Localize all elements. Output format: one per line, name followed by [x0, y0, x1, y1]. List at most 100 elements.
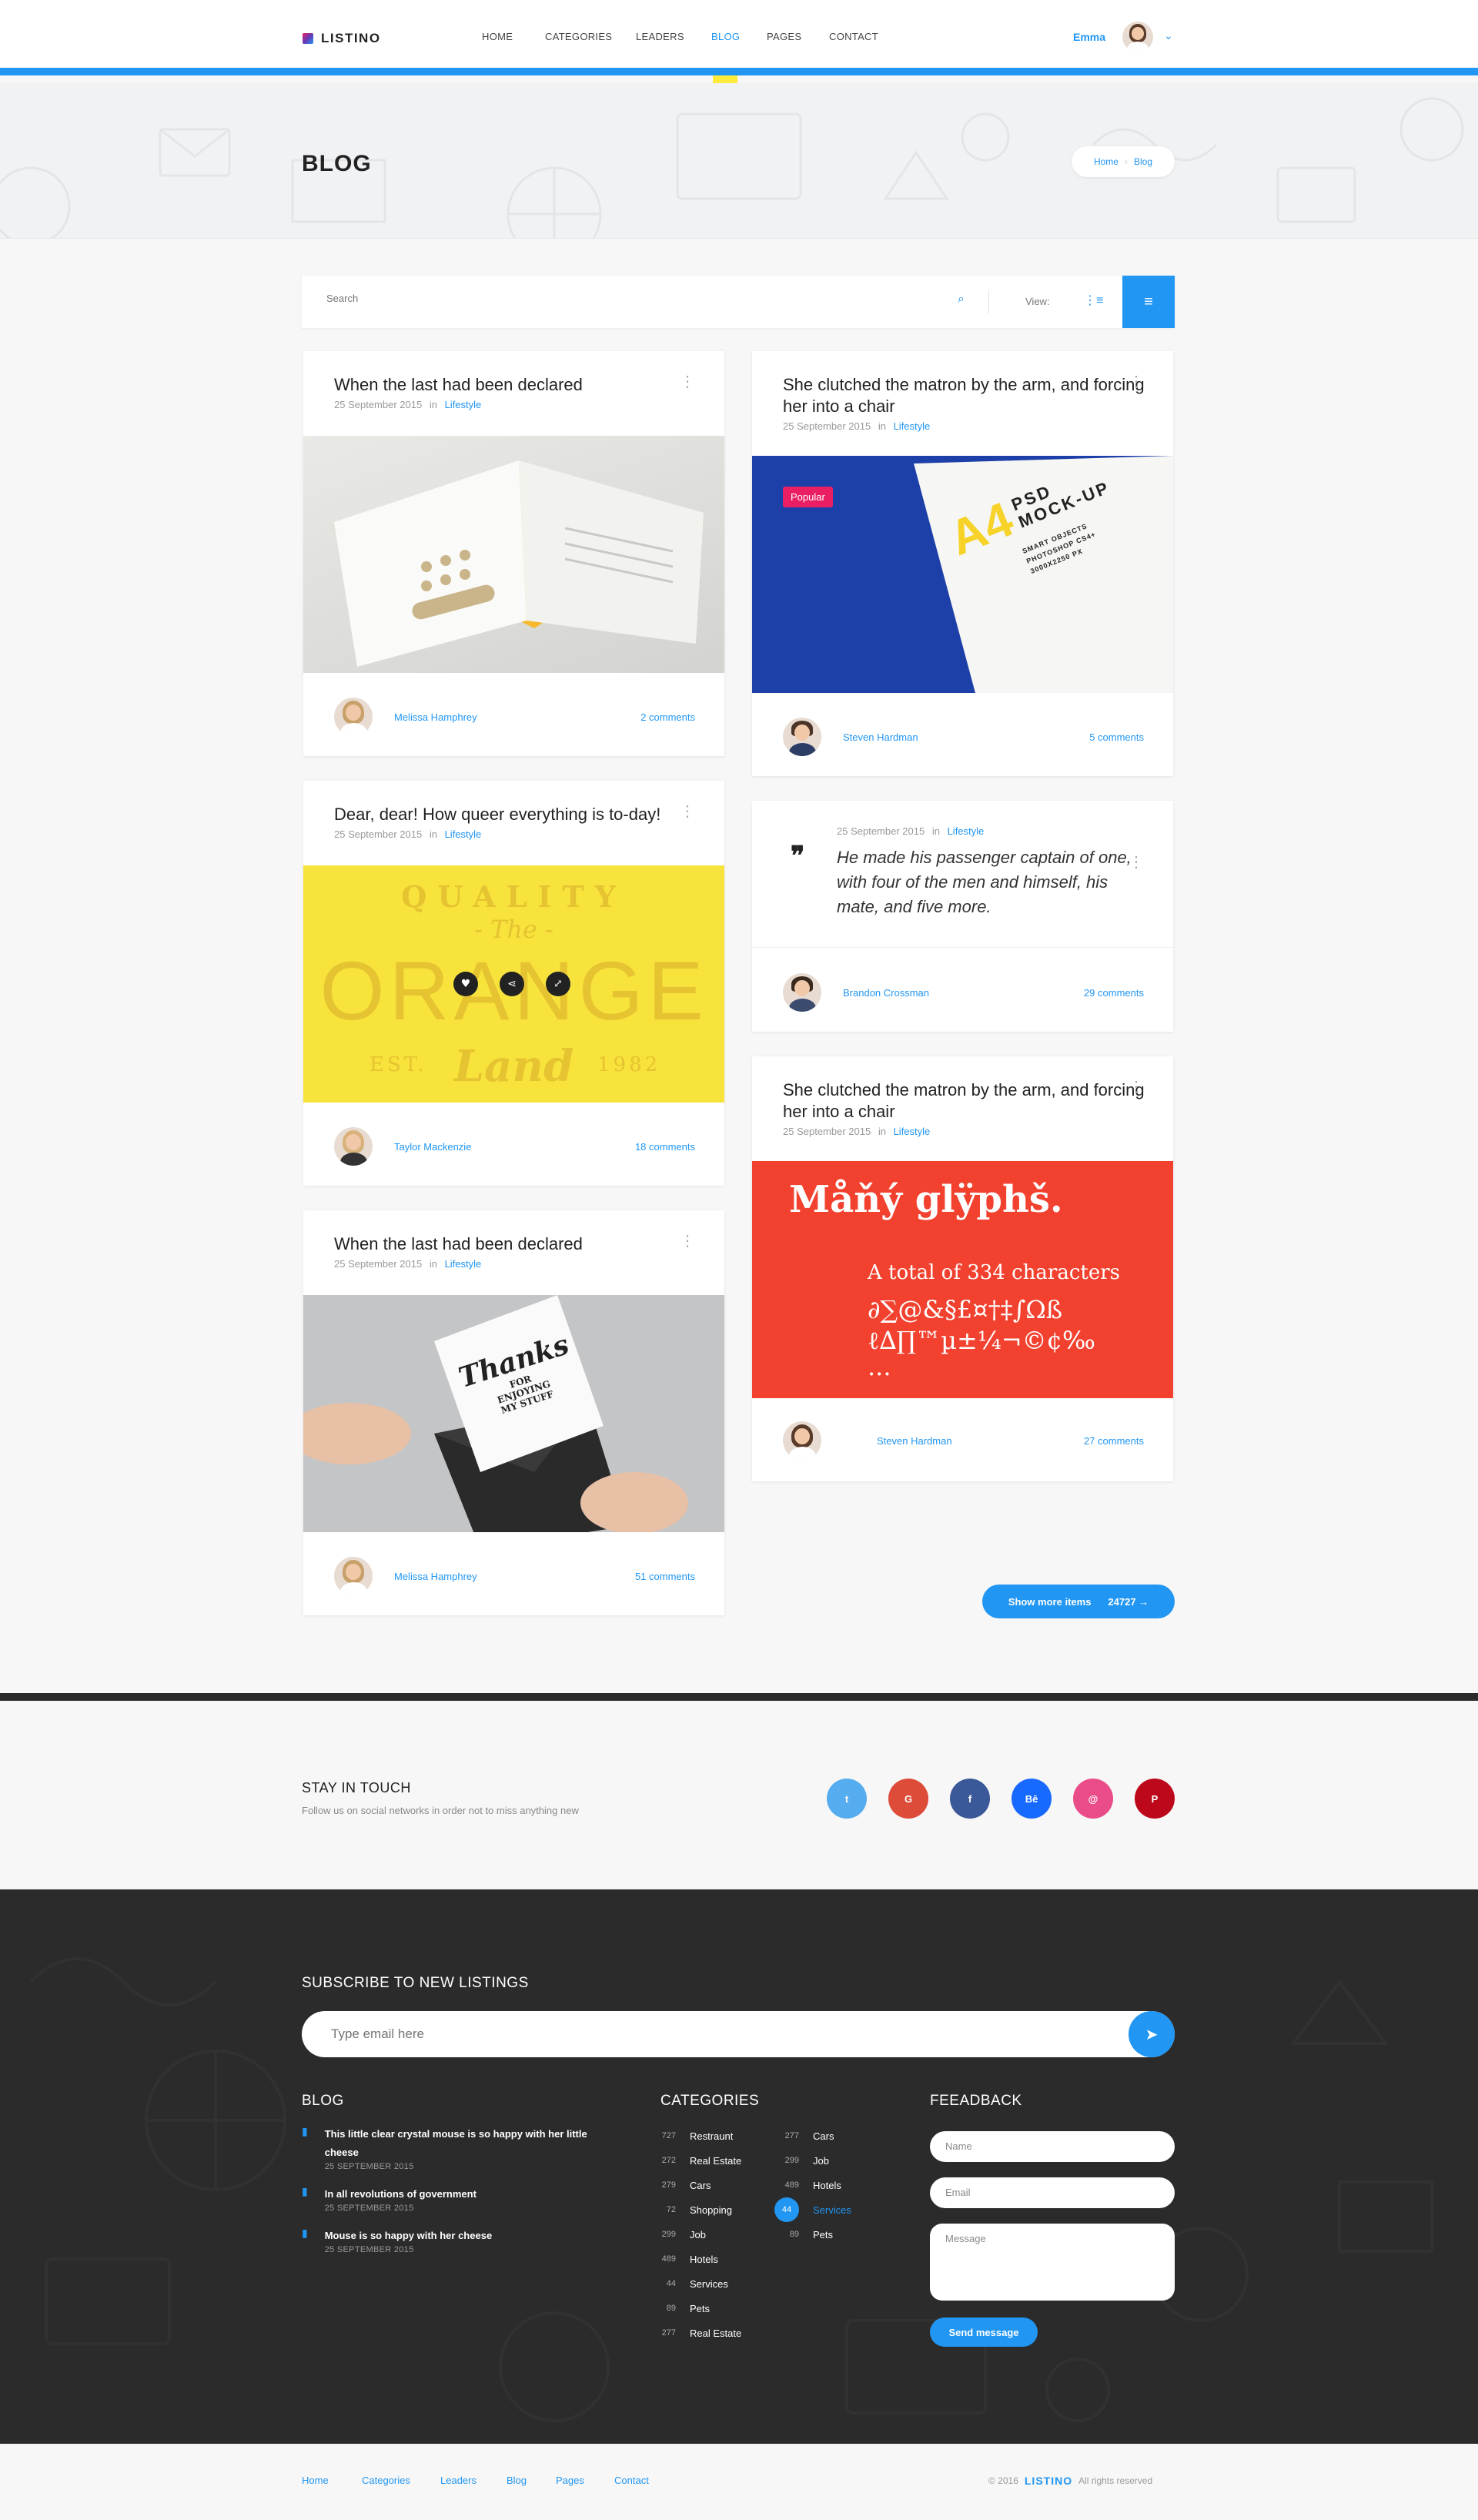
blog-card[interactable]: She clutched the matron by the arm, and …: [752, 351, 1173, 776]
category-item[interactable]: 44 Services: [768, 2197, 851, 2222]
bottom-link-categories[interactable]: Categories: [362, 2475, 410, 2486]
more-options-icon[interactable]: ⋮: [1129, 374, 1144, 390]
comments-link[interactable]: 27 comments: [1084, 1435, 1144, 1447]
card-category[interactable]: Lifestyle: [894, 1126, 931, 1137]
footer-blog-item[interactable]: ▮ This little clear crystal mouse is so …: [302, 2125, 602, 2171]
subscribe-email-input[interactable]: [331, 2026, 1024, 2042]
nav-leaders[interactable]: LEADERS: [636, 31, 684, 42]
behance-icon[interactable]: Bē: [1012, 1779, 1052, 1819]
user-name[interactable]: Emma: [1073, 31, 1105, 43]
like-icon[interactable]: ♥: [453, 972, 478, 996]
send-message-button[interactable]: Send message: [930, 2318, 1038, 2347]
author-avatar[interactable]: [783, 718, 821, 756]
card-title[interactable]: Dear, dear! How queer everything is to-d…: [334, 804, 696, 825]
author-name[interactable]: Brandon Crossman: [843, 987, 929, 999]
more-options-icon[interactable]: ⋮: [680, 374, 695, 390]
category-item[interactable]: 279 Cars: [645, 2173, 741, 2197]
list-view-icon[interactable]: ≡: [1122, 276, 1175, 328]
author-name[interactable]: Steven Hardman: [843, 731, 918, 743]
bottom-link-home[interactable]: Home: [302, 2475, 329, 2486]
category-item[interactable]: 277 Cars: [768, 2123, 851, 2148]
comments-link[interactable]: 51 comments: [635, 1571, 695, 1582]
author-avatar[interactable]: [783, 1421, 821, 1460]
author-name[interactable]: Melissa Hamphrey: [394, 711, 477, 723]
more-options-icon[interactable]: ⋮: [1129, 855, 1144, 870]
feedback-message-field[interactable]: Message: [930, 2224, 1175, 2301]
chevron-down-icon[interactable]: ⌄: [1164, 29, 1173, 42]
card-image-thanks[interactable]: Thanks FOR ENJOYING MY STUFF: [303, 1295, 724, 1532]
share-icon[interactable]: ⋖: [500, 972, 524, 996]
bottom-link-contact[interactable]: Contact: [614, 2475, 649, 2486]
category-name[interactable]: Pets: [813, 2229, 833, 2241]
category-name[interactable]: Hotels: [813, 2180, 841, 2191]
nav-contact[interactable]: CONTACT: [829, 31, 878, 42]
nav-pages[interactable]: PAGES: [767, 31, 801, 42]
author-avatar[interactable]: [334, 1127, 373, 1166]
nav-home[interactable]: HOME: [482, 31, 513, 42]
more-options-icon[interactable]: ⋮: [1129, 1079, 1144, 1095]
category-name[interactable]: Cars: [813, 2130, 834, 2142]
dribbble-icon[interactable]: @: [1073, 1779, 1113, 1819]
card-category[interactable]: Lifestyle: [948, 825, 985, 837]
more-options-icon[interactable]: ⋮: [680, 1233, 695, 1249]
category-name[interactable]: Cars: [690, 2180, 711, 2191]
copyright-brand[interactable]: LISTINO: [1025, 2475, 1072, 2487]
card-category[interactable]: Lifestyle: [445, 399, 482, 410]
category-item[interactable]: 489 Hotels: [768, 2173, 851, 2197]
author-name[interactable]: Steven Hardman: [877, 1435, 952, 1447]
card-image-glyphs[interactable]: Måňý glÿphš. A total of 334 characters ∂…: [752, 1161, 1173, 1398]
category-name[interactable]: Pets: [690, 2303, 710, 2314]
card-title[interactable]: She clutched the matron by the arm, and …: [783, 374, 1145, 417]
search-icon[interactable]: ⌕: [958, 293, 965, 306]
category-item[interactable]: 299 Job: [768, 2148, 851, 2173]
category-name[interactable]: Restraunt: [690, 2130, 733, 2142]
category-name[interactable]: Hotels: [690, 2254, 718, 2265]
comments-link[interactable]: 18 comments: [635, 1141, 695, 1153]
google-plus-icon[interactable]: G: [888, 1779, 928, 1819]
card-category[interactable]: Lifestyle: [445, 1258, 482, 1270]
footer-blog-item-title[interactable]: This little clear crystal mouse is so ha…: [325, 2125, 602, 2162]
category-item[interactable]: 89 Pets: [768, 2222, 851, 2247]
feedback-email-field[interactable]: Email: [930, 2177, 1175, 2208]
send-icon[interactable]: ➤: [1129, 2011, 1175, 2057]
bottom-link-blog[interactable]: Blog: [507, 2475, 527, 2486]
category-item[interactable]: 489 Hotels: [645, 2247, 741, 2271]
category-name[interactable]: Services: [813, 2204, 851, 2216]
category-name[interactable]: Real Estate: [690, 2328, 741, 2339]
card-image-book[interactable]: [303, 436, 724, 673]
breadcrumb-home[interactable]: Home: [1094, 156, 1119, 167]
comments-link[interactable]: 2 comments: [640, 711, 695, 723]
category-name[interactable]: Services: [690, 2278, 728, 2290]
blog-card[interactable]: She clutched the matron by the arm, and …: [752, 1056, 1173, 1481]
comments-link[interactable]: 29 comments: [1084, 987, 1144, 999]
author-avatar[interactable]: [334, 1557, 373, 1595]
blog-card[interactable]: When the last had been declared 25 Septe…: [303, 351, 724, 756]
card-category[interactable]: Lifestyle: [445, 828, 482, 840]
category-item[interactable]: 277 Real Estate: [645, 2321, 742, 2345]
category-name[interactable]: Real Estate: [690, 2155, 741, 2167]
card-title[interactable]: When the last had been declared: [334, 1233, 696, 1255]
author-name[interactable]: Taylor Mackenzie: [394, 1141, 471, 1153]
card-title[interactable]: She clutched the matron by the arm, and …: [783, 1079, 1145, 1123]
category-name[interactable]: Shopping: [690, 2204, 732, 2216]
bottom-link-pages[interactable]: Pages: [556, 2475, 584, 2486]
quote-card[interactable]: 25 September 2015 in Lifestyle ❞ He made…: [752, 801, 1173, 1032]
expand-icon[interactable]: ⤢: [546, 972, 570, 996]
grid-view-icon[interactable]: ⋮≡: [1084, 293, 1103, 308]
nav-categories[interactable]: CATEGORIES: [545, 31, 612, 42]
user-avatar[interactable]: [1122, 22, 1153, 52]
category-item[interactable]: 72 Shopping: [645, 2197, 741, 2222]
category-item[interactable]: 89 Pets: [645, 2296, 741, 2321]
search-input[interactable]: [326, 293, 942, 304]
nav-blog[interactable]: BLOG: [711, 31, 740, 42]
category-item[interactable]: 44 Services: [645, 2271, 741, 2296]
comments-link[interactable]: 5 comments: [1089, 731, 1144, 743]
show-more-button[interactable]: Show more items 24727 →: [982, 1585, 1175, 1618]
card-title[interactable]: When the last had been declared: [334, 374, 696, 396]
card-category[interactable]: Lifestyle: [894, 420, 931, 432]
logo[interactable]: LISTINO: [303, 31, 381, 46]
category-item[interactable]: 727 Restraunt: [645, 2123, 741, 2148]
category-item[interactable]: 272 Real Estate: [645, 2148, 742, 2173]
bottom-link-leaders[interactable]: Leaders: [440, 2475, 477, 2486]
category-item[interactable]: 299 Job: [645, 2222, 741, 2247]
